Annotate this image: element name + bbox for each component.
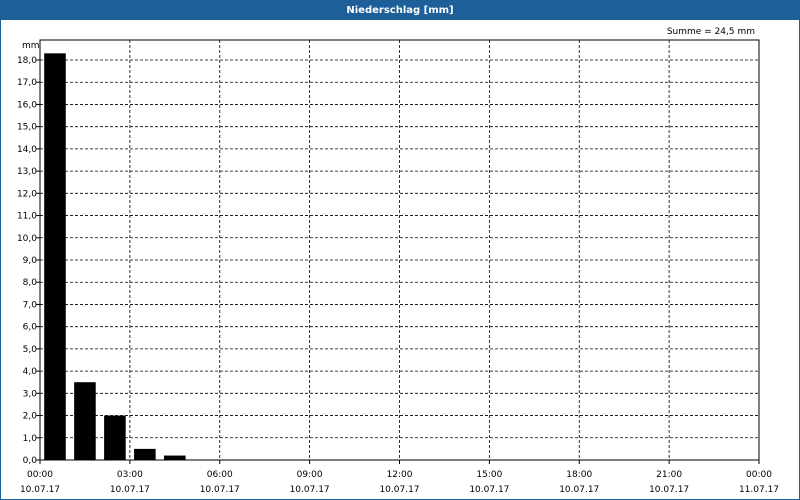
x-tick-date: 11.07.17	[739, 485, 779, 495]
x-tick-time: 09:00	[297, 470, 323, 480]
precipitation-chart: mm Summe = 24,5 mm 0,0 1,0 2,0 3,0 4,0 5,0 6,0…	[17, 27, 779, 495]
x-tick-date: 10.07.17	[649, 485, 689, 495]
y-tick-label: 10,0	[17, 234, 37, 244]
y-tick-label: 4,0	[23, 367, 38, 377]
y-tick-label: 7,0	[23, 300, 38, 310]
y-tick-label: 5,0	[23, 345, 38, 355]
y-tick-label: 15,0	[17, 123, 37, 133]
y-tick-label: 1,0	[23, 434, 38, 444]
x-tick-time: 12:00	[387, 470, 413, 480]
y-tick-label: 9,0	[23, 256, 38, 266]
x-tick-date: 10.07.17	[290, 485, 330, 495]
x-tick-date: 10.07.17	[20, 485, 60, 495]
x-tick-date: 10.07.17	[379, 485, 419, 495]
x-tick-date: 10.07.17	[469, 485, 509, 495]
y-tick-label: 11,0	[17, 212, 37, 222]
y-tick-label: 2,0	[23, 412, 38, 422]
precipitation-bar	[74, 382, 96, 460]
x-tick-time: 03:00	[117, 470, 143, 480]
x-tick-time: 00:00	[27, 470, 53, 480]
y-axis-label: mm	[22, 41, 40, 51]
y-tick-label: 14,0	[17, 145, 37, 155]
precipitation-bar	[104, 415, 126, 460]
precipitation-bar	[44, 53, 66, 460]
x-tick-time: 15:00	[476, 470, 502, 480]
y-tick-label: 18,0	[17, 56, 37, 66]
x-tick-time: 18:00	[566, 470, 592, 480]
y-tick-label: 3,0	[23, 389, 38, 399]
y-tick-label: 17,0	[17, 78, 37, 88]
precipitation-bar	[134, 448, 156, 460]
sum-annotation: Summe = 24,5 mm	[667, 27, 755, 37]
y-tick-label: 13,0	[17, 167, 37, 177]
y-tick-label: 8,0	[23, 278, 38, 288]
x-tick-time: 21:00	[656, 470, 682, 480]
y-tick-label: 0,0	[23, 456, 38, 466]
x-tick-time: 00:00	[746, 470, 772, 480]
y-tick-label: 16,0	[17, 100, 37, 110]
x-tick-date: 10.07.17	[110, 485, 150, 495]
x-tick-time: 06:00	[207, 470, 233, 480]
x-tick-date: 10.07.17	[559, 485, 599, 495]
x-tick-date: 10.07.17	[200, 485, 240, 495]
y-tick-label: 6,0	[23, 323, 38, 333]
y-tick-label: 12,0	[17, 189, 37, 199]
precipitation-bar	[164, 455, 186, 460]
